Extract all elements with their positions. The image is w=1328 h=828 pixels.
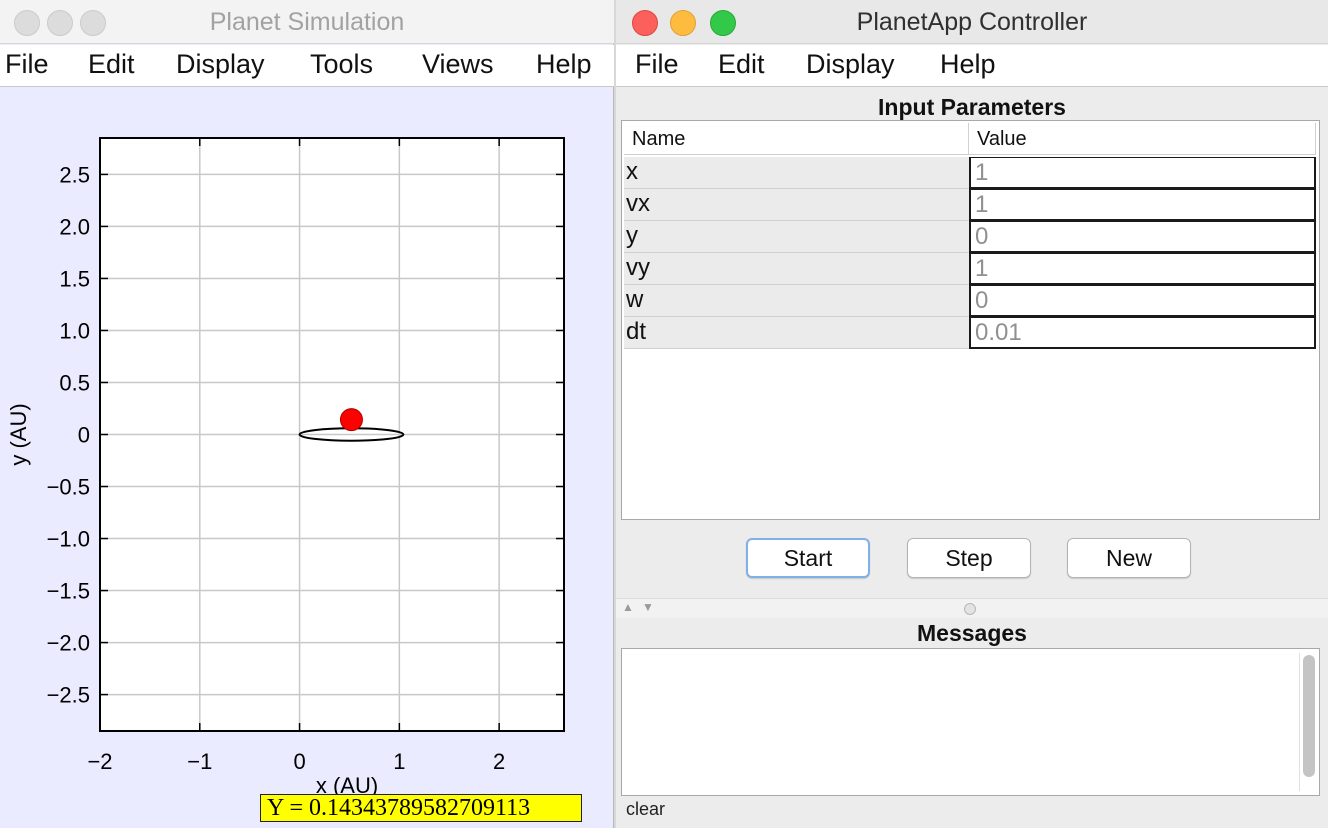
y-tick-label: 1.0	[59, 318, 90, 343]
param-name-cell: vy	[624, 253, 969, 285]
y-tick-label: 1.5	[59, 266, 90, 291]
messages-header: Messages	[917, 620, 1027, 646]
splitter-grip-icon[interactable]	[964, 603, 976, 615]
input-parameters-header: Input Parameters	[878, 94, 1066, 120]
y-tick-label: 2.5	[59, 162, 90, 187]
y-tick-label: 0.5	[59, 370, 90, 395]
expand-up-icon[interactable]: ▲	[622, 600, 634, 614]
step-button[interactable]: Step	[907, 538, 1031, 578]
messages-scrollbar[interactable]	[1299, 653, 1315, 791]
param-value-field[interactable]: 0	[969, 285, 1316, 317]
simulation-menubar: File Edit Display Tools Views Help	[0, 45, 614, 87]
param-value-field[interactable]: 1	[969, 157, 1316, 189]
menu-tools[interactable]: Tools	[310, 49, 373, 80]
y-tick-label: −1.5	[47, 579, 90, 604]
new-button[interactable]: New	[1067, 538, 1191, 578]
param-name-cell: y	[624, 221, 969, 253]
controller-menubar: File Edit Display Help	[616, 45, 1328, 87]
controller-window-title: PlanetApp Controller	[856, 8, 1088, 36]
y-tick-label: −0.5	[47, 475, 90, 500]
param-name-cell: vx	[624, 189, 969, 221]
table-row: x 1	[624, 157, 1316, 189]
orbit-plot[interactable]: −2 −1 0 1 2 2.5 2.0 1.5 1.0 0.5 0 −0.5 −1.0 −1.5 −2.0 −…	[0, 88, 614, 828]
table-row: y 0	[624, 221, 1316, 253]
start-button[interactable]: Start	[746, 538, 870, 578]
parameter-table: Name Value x 1 vx 1 y 0 vy 1 w 0 dt 0.01	[621, 120, 1320, 520]
planet-simulation-window: Planet Simulation File Edit Display Tool…	[0, 0, 614, 828]
y-tick-label: −2.5	[47, 683, 90, 708]
y-tick-label: 2.0	[59, 214, 90, 239]
planet-marker	[339, 408, 363, 432]
y-tick-label: −1.0	[47, 527, 90, 552]
planetapp-controller-window: PlanetApp Controller File Edit Display H…	[616, 0, 1328, 828]
x-tick-label: 0	[293, 749, 305, 774]
column-header-name[interactable]: Name	[624, 123, 969, 155]
table-row: vy 1	[624, 253, 1316, 285]
clear-messages-link[interactable]: clear	[626, 799, 665, 820]
menu-help[interactable]: Help	[940, 49, 996, 80]
simulation-titlebar: Planet Simulation	[0, 0, 614, 44]
y-axis-label: y (AU)	[6, 403, 31, 465]
y-tick-label: −2.0	[47, 631, 90, 656]
menu-edit[interactable]: Edit	[718, 49, 765, 80]
controller-titlebar: PlanetApp Controller	[616, 0, 1328, 44]
param-value-field[interactable]: 1	[969, 189, 1316, 221]
coordinate-readout: Y = 0.14343789582709113	[260, 794, 582, 822]
menu-views[interactable]: Views	[422, 49, 494, 80]
messages-textarea[interactable]	[621, 648, 1320, 796]
param-name-cell: w	[624, 285, 969, 317]
x-tick-label: −1	[187, 749, 212, 774]
plot-panel[interactable]: −2 −1 0 1 2 2.5 2.0 1.5 1.0 0.5 0 −0.5 −1.0 −1.5 −2.0 −…	[0, 88, 614, 828]
param-value-field[interactable]: 1	[969, 253, 1316, 285]
scrollbar-thumb[interactable]	[1303, 655, 1315, 777]
table-row: vx 1	[624, 189, 1316, 221]
table-row: w 0	[624, 285, 1316, 317]
param-name-cell: dt	[624, 317, 969, 349]
menu-help[interactable]: Help	[536, 49, 592, 80]
split-pane-divider[interactable]: ▲ ▼	[616, 598, 1328, 618]
menu-display[interactable]: Display	[806, 49, 895, 80]
simulation-window-title: Planet Simulation	[209, 8, 405, 36]
param-name-cell: x	[624, 157, 969, 189]
y-tick-label: 0	[78, 423, 90, 448]
x-tick-label: 1	[393, 749, 405, 774]
menu-display[interactable]: Display	[176, 49, 265, 80]
param-value-field[interactable]: 0	[969, 221, 1316, 253]
column-header-value[interactable]: Value	[969, 123, 1316, 155]
menu-file[interactable]: File	[5, 49, 49, 80]
expand-down-icon[interactable]: ▼	[642, 600, 654, 614]
table-row: dt 0.01	[624, 317, 1316, 349]
menu-file[interactable]: File	[635, 49, 679, 80]
param-value-field[interactable]: 0.01	[969, 317, 1316, 349]
menu-edit[interactable]: Edit	[88, 49, 135, 80]
x-tick-label: −2	[87, 749, 112, 774]
x-tick-label: 2	[493, 749, 505, 774]
